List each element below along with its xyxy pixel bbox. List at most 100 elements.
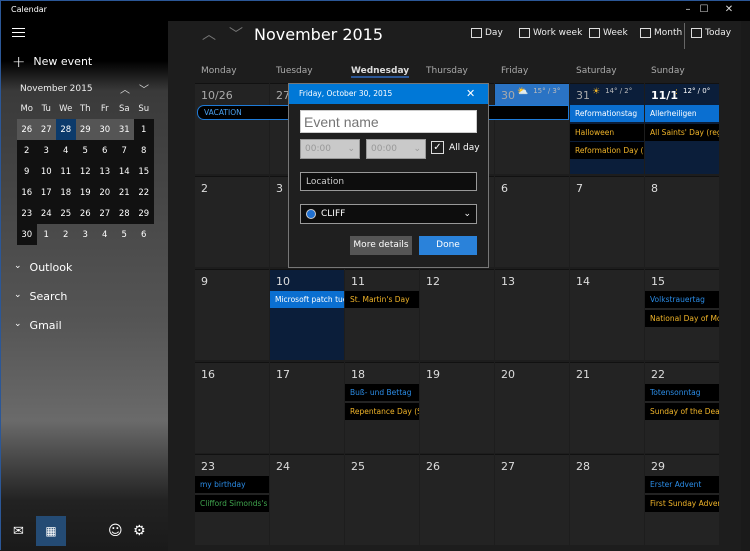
mini-day[interactable]: 6	[134, 224, 154, 245]
mini-day[interactable]: 8	[134, 140, 154, 161]
day-cell[interactable]: 8	[645, 176, 719, 267]
day-cell[interactable]: 18 Buß- und Bettag Repentance Day (S	[345, 362, 419, 453]
view-workweek-button[interactable]: Work week	[519, 28, 582, 38]
day-cell[interactable]: 28	[570, 454, 644, 545]
mini-day[interactable]: 6	[95, 140, 115, 161]
day-cell[interactable]: 15 Volkstrauertag National Day of Mo	[645, 269, 719, 360]
mini-prev-icon[interactable]: ︿	[120, 81, 130, 96]
mini-day[interactable]: 10	[36, 161, 56, 182]
day-cell[interactable]: 19	[420, 362, 494, 453]
scrollbar[interactable]	[741, 21, 750, 551]
calendar-icon[interactable]: ▦	[36, 516, 66, 546]
day-cell[interactable]: 12	[420, 269, 494, 360]
event-item[interactable]: Buß- und Bettag	[345, 384, 419, 401]
account-search[interactable]: ⌄ Search	[14, 290, 67, 303]
day-cell[interactable]: 24	[270, 454, 344, 545]
mini-day[interactable]: 27	[95, 203, 115, 224]
mini-day[interactable]: 26	[75, 203, 95, 224]
new-event-button[interactable]: + New event	[12, 52, 92, 71]
event-item[interactable]: Allerheiligen	[645, 105, 719, 122]
day-cell[interactable]: 27	[495, 454, 569, 545]
mini-day[interactable]: 15	[134, 161, 154, 182]
today-button[interactable]: Today	[691, 28, 731, 38]
mini-day[interactable]: 27	[36, 119, 56, 140]
day-cell[interactable]: 21	[570, 362, 644, 453]
mini-day[interactable]: 5	[115, 224, 135, 245]
all-day-checkbox[interactable]: ✓ All day	[431, 141, 480, 154]
day-cell[interactable]: 11 St. Martin's Day	[345, 269, 419, 360]
event-item[interactable]: Repentance Day (S	[345, 402, 419, 420]
mini-day[interactable]: 29	[134, 203, 154, 224]
view-day-button[interactable]: Day	[471, 28, 503, 38]
event-item[interactable]: my birthday	[195, 476, 269, 493]
mini-day[interactable]: 20	[95, 182, 115, 203]
account-gmail[interactable]: ⌄ Gmail	[14, 319, 62, 332]
day-cell[interactable]: 13	[495, 269, 569, 360]
mini-day[interactable]: 4	[56, 140, 76, 161]
view-month-button[interactable]: Month	[640, 28, 682, 38]
day-cell[interactable]: 25	[345, 454, 419, 545]
mini-day[interactable]: 21	[114, 182, 134, 203]
event-item[interactable]: Reformation Day (	[570, 142, 644, 159]
day-cell[interactable]: 14	[570, 269, 644, 360]
event-item[interactable]: Erster Advent	[645, 476, 719, 493]
day-cell[interactable]: 10/26	[195, 83, 269, 174]
next-month-icon[interactable]: ﹀	[229, 24, 243, 44]
mini-day[interactable]: 14	[114, 161, 134, 182]
view-week-button[interactable]: Week	[589, 28, 628, 38]
mini-day[interactable]: 5	[75, 140, 95, 161]
mini-day[interactable]: 2	[56, 224, 76, 245]
event-item[interactable]: First Sunday Adver	[645, 494, 719, 512]
day-cell[interactable]: 26	[420, 454, 494, 545]
day-cell[interactable]: 6	[495, 176, 569, 267]
mini-day[interactable]: 28	[114, 203, 134, 224]
start-time-select[interactable]: 00:00 ⌄	[300, 139, 360, 159]
mini-day[interactable]: 24	[36, 203, 56, 224]
day-cell[interactable]: 16	[195, 362, 269, 453]
mini-day[interactable]: 1	[37, 224, 57, 245]
day-cell[interactable]: 29 Erster Advent First Sunday Adver	[645, 454, 719, 545]
day-cell[interactable]: 23 my birthday Clifford Simonds's	[195, 454, 269, 545]
account-outlook[interactable]: ⌄ Outlook	[14, 261, 72, 274]
mini-day[interactable]: 25	[56, 203, 76, 224]
mini-day[interactable]: 7	[114, 140, 134, 161]
mini-day[interactable]: 9	[17, 161, 37, 182]
mini-day[interactable]: 30	[17, 224, 37, 245]
mini-day[interactable]: 4	[95, 224, 115, 245]
prev-month-icon[interactable]: ︿	[202, 24, 216, 44]
maximize-button[interactable]: ☐	[694, 4, 714, 15]
mini-day[interactable]: 11	[56, 161, 76, 182]
event-item[interactable]: Reformationstag	[570, 105, 644, 122]
mini-next-icon[interactable]: ﹀	[139, 81, 149, 96]
event-item[interactable]: Totensonntag	[645, 384, 719, 401]
day-cell[interactable]: 7	[570, 176, 644, 267]
event-item[interactable]: All Saints' Day (reg	[645, 123, 719, 141]
close-button[interactable]: ✕	[719, 4, 739, 15]
mini-day[interactable]: 18	[56, 182, 76, 203]
location-input[interactable]: Location	[300, 172, 477, 191]
hamburger-icon[interactable]	[12, 28, 25, 37]
mail-icon[interactable]: ✉	[1, 524, 36, 539]
event-item[interactable]: Volkstrauertag	[645, 291, 719, 308]
mini-day[interactable]: 13	[95, 161, 115, 182]
settings-gear-icon[interactable]: ⚙	[133, 523, 158, 539]
end-time-select[interactable]: 00:00 ⌄	[366, 139, 426, 159]
mini-day[interactable]: 26	[17, 119, 37, 140]
day-cell[interactable]: 2	[195, 176, 269, 267]
mini-day[interactable]: 22	[134, 182, 154, 203]
day-cell[interactable]: 20	[495, 362, 569, 453]
done-button[interactable]: Done	[419, 236, 477, 255]
mini-day[interactable]: 12	[75, 161, 95, 182]
mini-day[interactable]: 3	[36, 140, 56, 161]
day-cell[interactable]: 22 Totensonntag Sunday of the Dea	[645, 362, 719, 453]
mini-day[interactable]: 3	[76, 224, 96, 245]
feedback-smiley-icon[interactable]: ☺	[108, 523, 133, 539]
mini-day[interactable]: 16	[17, 182, 37, 203]
event-item[interactable]: Microsoft patch tue	[270, 291, 344, 308]
event-item[interactable]: Sunday of the Dea	[645, 402, 719, 420]
mini-day[interactable]: 30	[95, 119, 115, 140]
event-item[interactable]: National Day of Mo	[645, 309, 719, 327]
mini-day[interactable]: 19	[75, 182, 95, 203]
calendar-select[interactable]: CLIFF ⌄	[300, 204, 477, 224]
day-cell[interactable]: 17	[270, 362, 344, 453]
